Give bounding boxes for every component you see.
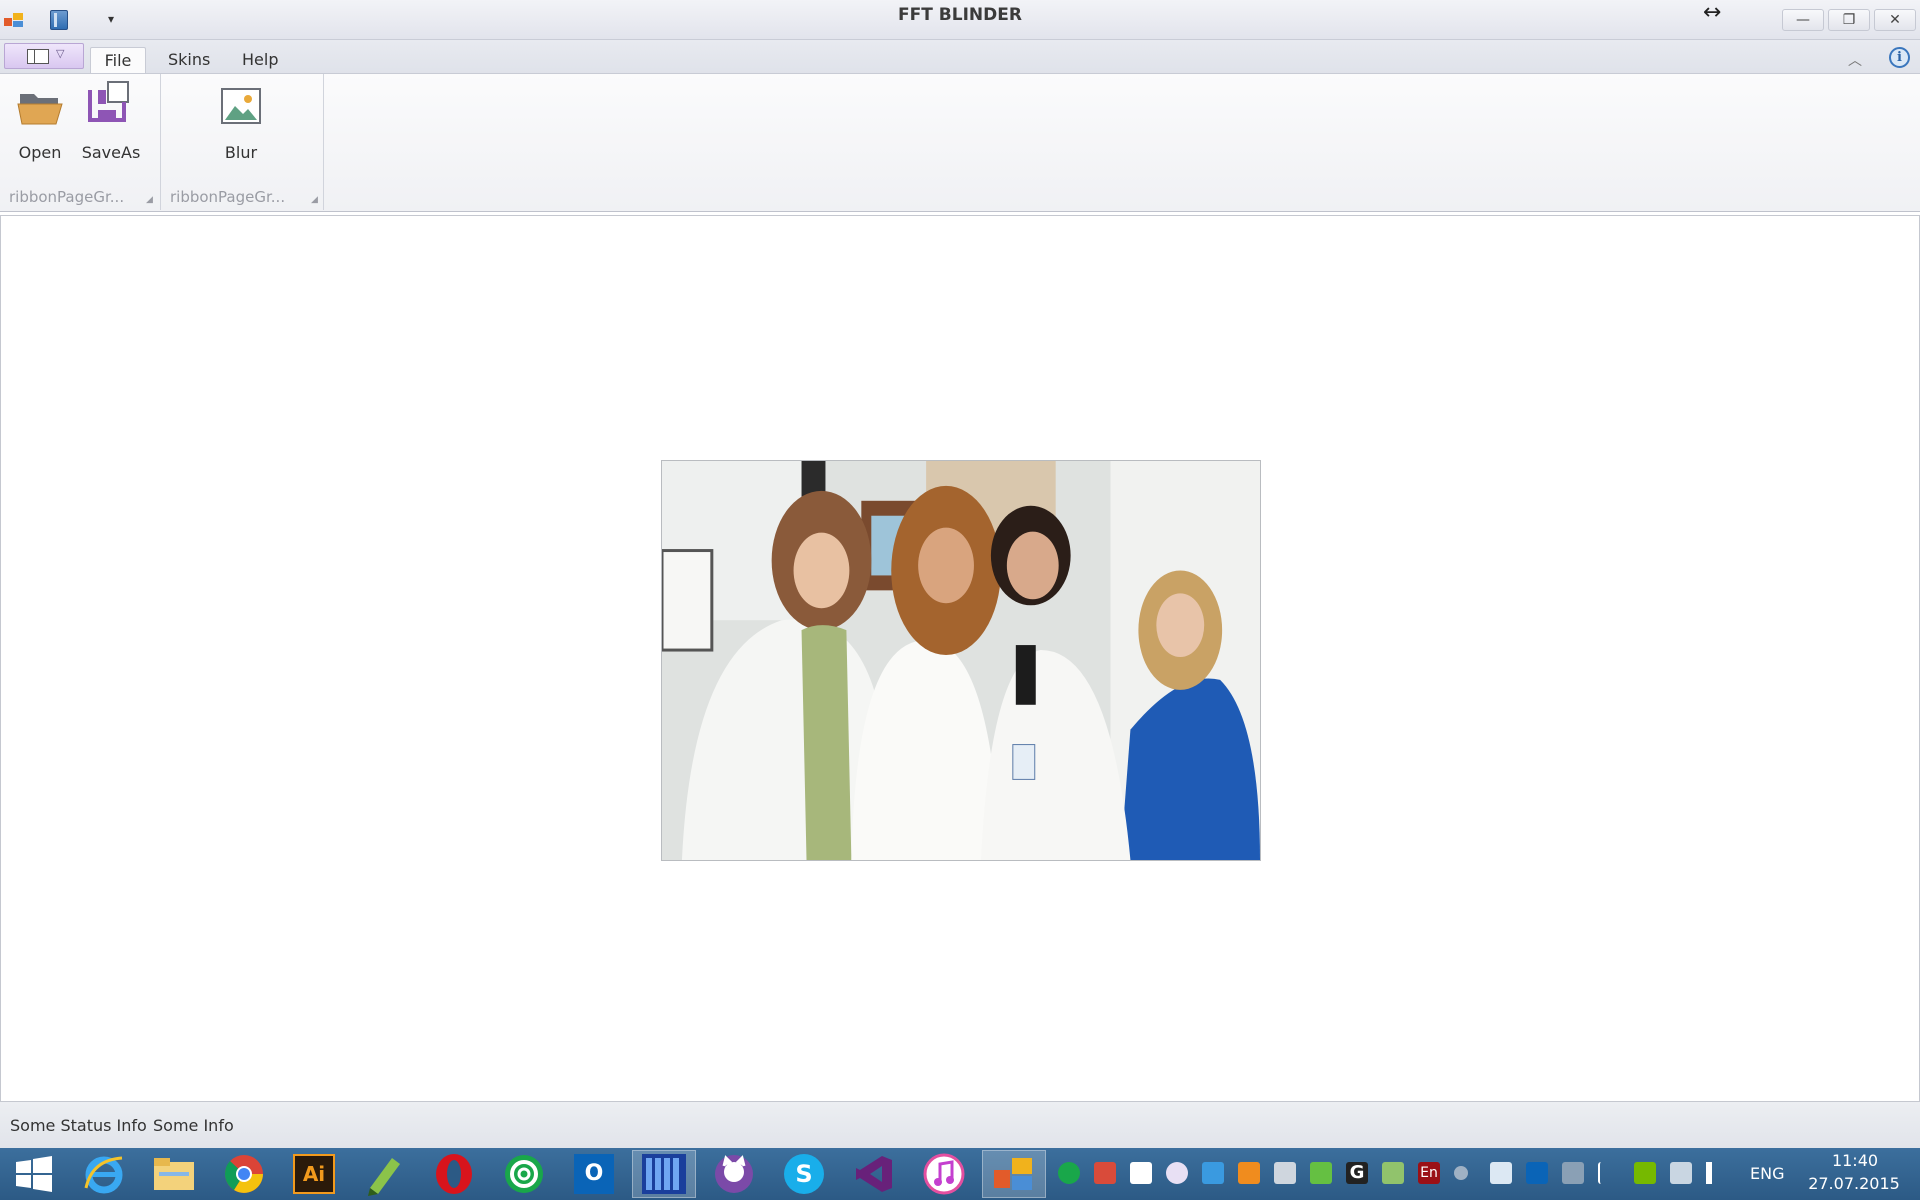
tray-network-icon[interactable] bbox=[1094, 1162, 1116, 1184]
taskbar-file-explorer[interactable] bbox=[142, 1150, 206, 1198]
status-info-secondary: Some Info bbox=[153, 1116, 234, 1135]
taskbar-itunes[interactable] bbox=[912, 1150, 976, 1198]
tray-dot-icon[interactable] bbox=[1454, 1166, 1468, 1180]
tray-windows-icon[interactable] bbox=[1130, 1162, 1152, 1184]
ribbon-group-image: Blur ribbonPageGr... ◢ bbox=[161, 74, 324, 210]
tray-drive-icon[interactable] bbox=[1274, 1162, 1296, 1184]
start-icon bbox=[16, 1156, 52, 1192]
clock-date[interactable]: 27.07.2015 bbox=[1804, 1174, 1904, 1193]
save-as-label: SaveAs bbox=[81, 143, 141, 162]
tray-office-icon[interactable] bbox=[1238, 1162, 1260, 1184]
document-icon bbox=[27, 49, 49, 64]
info-icon[interactable]: i bbox=[1889, 47, 1910, 68]
start-button[interactable] bbox=[2, 1150, 66, 1198]
application-menu-button[interactable]: ▽ bbox=[4, 43, 84, 69]
taskbar-mail-agent[interactable] bbox=[492, 1150, 556, 1198]
internet-explorer-icon bbox=[84, 1156, 123, 1194]
group-expand-icon[interactable]: ◢ bbox=[146, 195, 153, 205]
tray-pen-icon[interactable] bbox=[1562, 1162, 1584, 1184]
taskbar-fft-blinder[interactable] bbox=[982, 1150, 1046, 1198]
save-as-button[interactable]: SaveAs bbox=[78, 80, 144, 170]
taskbar-library[interactable] bbox=[632, 1150, 696, 1198]
image-icon bbox=[221, 88, 261, 124]
blur-button[interactable]: Blur bbox=[200, 80, 282, 170]
fft-blinder-icon bbox=[994, 1158, 1032, 1190]
ribbon-group-label: ribbonPageGr... bbox=[170, 188, 286, 206]
outlook-icon: O bbox=[574, 1154, 614, 1194]
windows-taskbar: Ai O S G En ENG 11:40 27.07.2015 bbox=[0, 1148, 1920, 1200]
taskbar-pen-app[interactable] bbox=[352, 1150, 416, 1198]
window-title: FFT BLINDER bbox=[898, 5, 1022, 25]
ribbon-tab-row: ▽ File Skins Help ︿ i bbox=[0, 40, 1920, 74]
pen-app-icon bbox=[368, 1158, 400, 1196]
tray-network-status-icon[interactable] bbox=[1670, 1162, 1692, 1184]
file-explorer-icon bbox=[154, 1158, 194, 1190]
taskbar-internet-explorer[interactable] bbox=[72, 1150, 136, 1198]
tray-mail-agent-icon[interactable] bbox=[1058, 1162, 1080, 1184]
chevron-down-icon: ▽ bbox=[56, 47, 65, 60]
taskbar-chrome[interactable] bbox=[212, 1150, 276, 1198]
illustrator-icon: Ai bbox=[293, 1154, 335, 1194]
taskbar-outlook[interactable]: O bbox=[562, 1150, 626, 1198]
opera-icon bbox=[436, 1154, 472, 1194]
status-info-primary: Some Status Info bbox=[10, 1116, 147, 1135]
blur-label: Blur bbox=[224, 143, 258, 162]
status-bar: Some Status Info Some Info bbox=[0, 1101, 1920, 1148]
tray-volume-icon[interactable] bbox=[1706, 1162, 1720, 1184]
folder-open-icon bbox=[17, 94, 63, 125]
library-icon bbox=[642, 1154, 686, 1194]
chrome-icon bbox=[224, 1155, 263, 1193]
ribbon-group-label: ribbonPageGr... bbox=[9, 188, 125, 206]
taskbar-skype[interactable]: S bbox=[772, 1150, 836, 1198]
taskbar-opera[interactable] bbox=[422, 1150, 486, 1198]
resize-cursor-icon: ↔ bbox=[1703, 0, 1722, 25]
tray-outlook-icon[interactable] bbox=[1526, 1162, 1548, 1184]
collapse-ribbon-icon[interactable]: ︿ bbox=[1848, 50, 1862, 70]
save-as-icon bbox=[88, 81, 129, 122]
taskbar-github[interactable] bbox=[702, 1150, 766, 1198]
tab-file[interactable]: File bbox=[90, 47, 146, 74]
image-viewer-area bbox=[0, 215, 1920, 1101]
taskbar-visual-studio[interactable] bbox=[842, 1150, 906, 1198]
visual-studio-icon bbox=[856, 1156, 892, 1192]
close-button[interactable]: ✕ bbox=[1874, 9, 1916, 31]
language-indicator[interactable]: ENG bbox=[1750, 1164, 1784, 1183]
tray-nvidia-icon[interactable] bbox=[1634, 1162, 1656, 1184]
restore-button[interactable]: ❐ bbox=[1828, 9, 1870, 31]
title-bar: ▾ FFT BLINDER ↔ — ❐ ✕ bbox=[0, 0, 1920, 40]
github-icon bbox=[715, 1155, 753, 1193]
tab-help[interactable]: Help bbox=[228, 47, 292, 74]
taskbar-illustrator[interactable]: Ai bbox=[282, 1150, 346, 1198]
open-label: Open bbox=[18, 143, 62, 162]
tray-itunes-icon[interactable] bbox=[1166, 1162, 1188, 1184]
tray-sync-icon[interactable] bbox=[1202, 1162, 1224, 1184]
group-expand-icon[interactable]: ◢ bbox=[311, 195, 318, 205]
ribbon: Open SaveAs ribbonPageGr... ◢ Blur ribbo… bbox=[0, 73, 1920, 212]
tray-dictionary-icon[interactable]: En bbox=[1418, 1162, 1440, 1184]
open-button[interactable]: Open bbox=[10, 80, 70, 170]
skype-icon: S bbox=[784, 1154, 824, 1194]
tab-skins[interactable]: Skins bbox=[154, 47, 224, 74]
clock-time[interactable]: 11:40 bbox=[1810, 1151, 1900, 1170]
tray-g-icon[interactable]: G bbox=[1346, 1162, 1368, 1184]
itunes-icon bbox=[923, 1153, 965, 1195]
loaded-photo bbox=[661, 460, 1261, 861]
tray-security-icon[interactable] bbox=[1310, 1162, 1332, 1184]
ribbon-group-file: Open SaveAs ribbonPageGr... ◢ bbox=[0, 74, 161, 210]
tray-monitor-icon[interactable] bbox=[1490, 1162, 1512, 1184]
tray-settings-icon[interactable] bbox=[1382, 1162, 1404, 1184]
mail-agent-icon bbox=[505, 1155, 543, 1193]
minimize-button[interactable]: — bbox=[1782, 9, 1824, 31]
tray-flag-icon[interactable] bbox=[1598, 1162, 1620, 1184]
